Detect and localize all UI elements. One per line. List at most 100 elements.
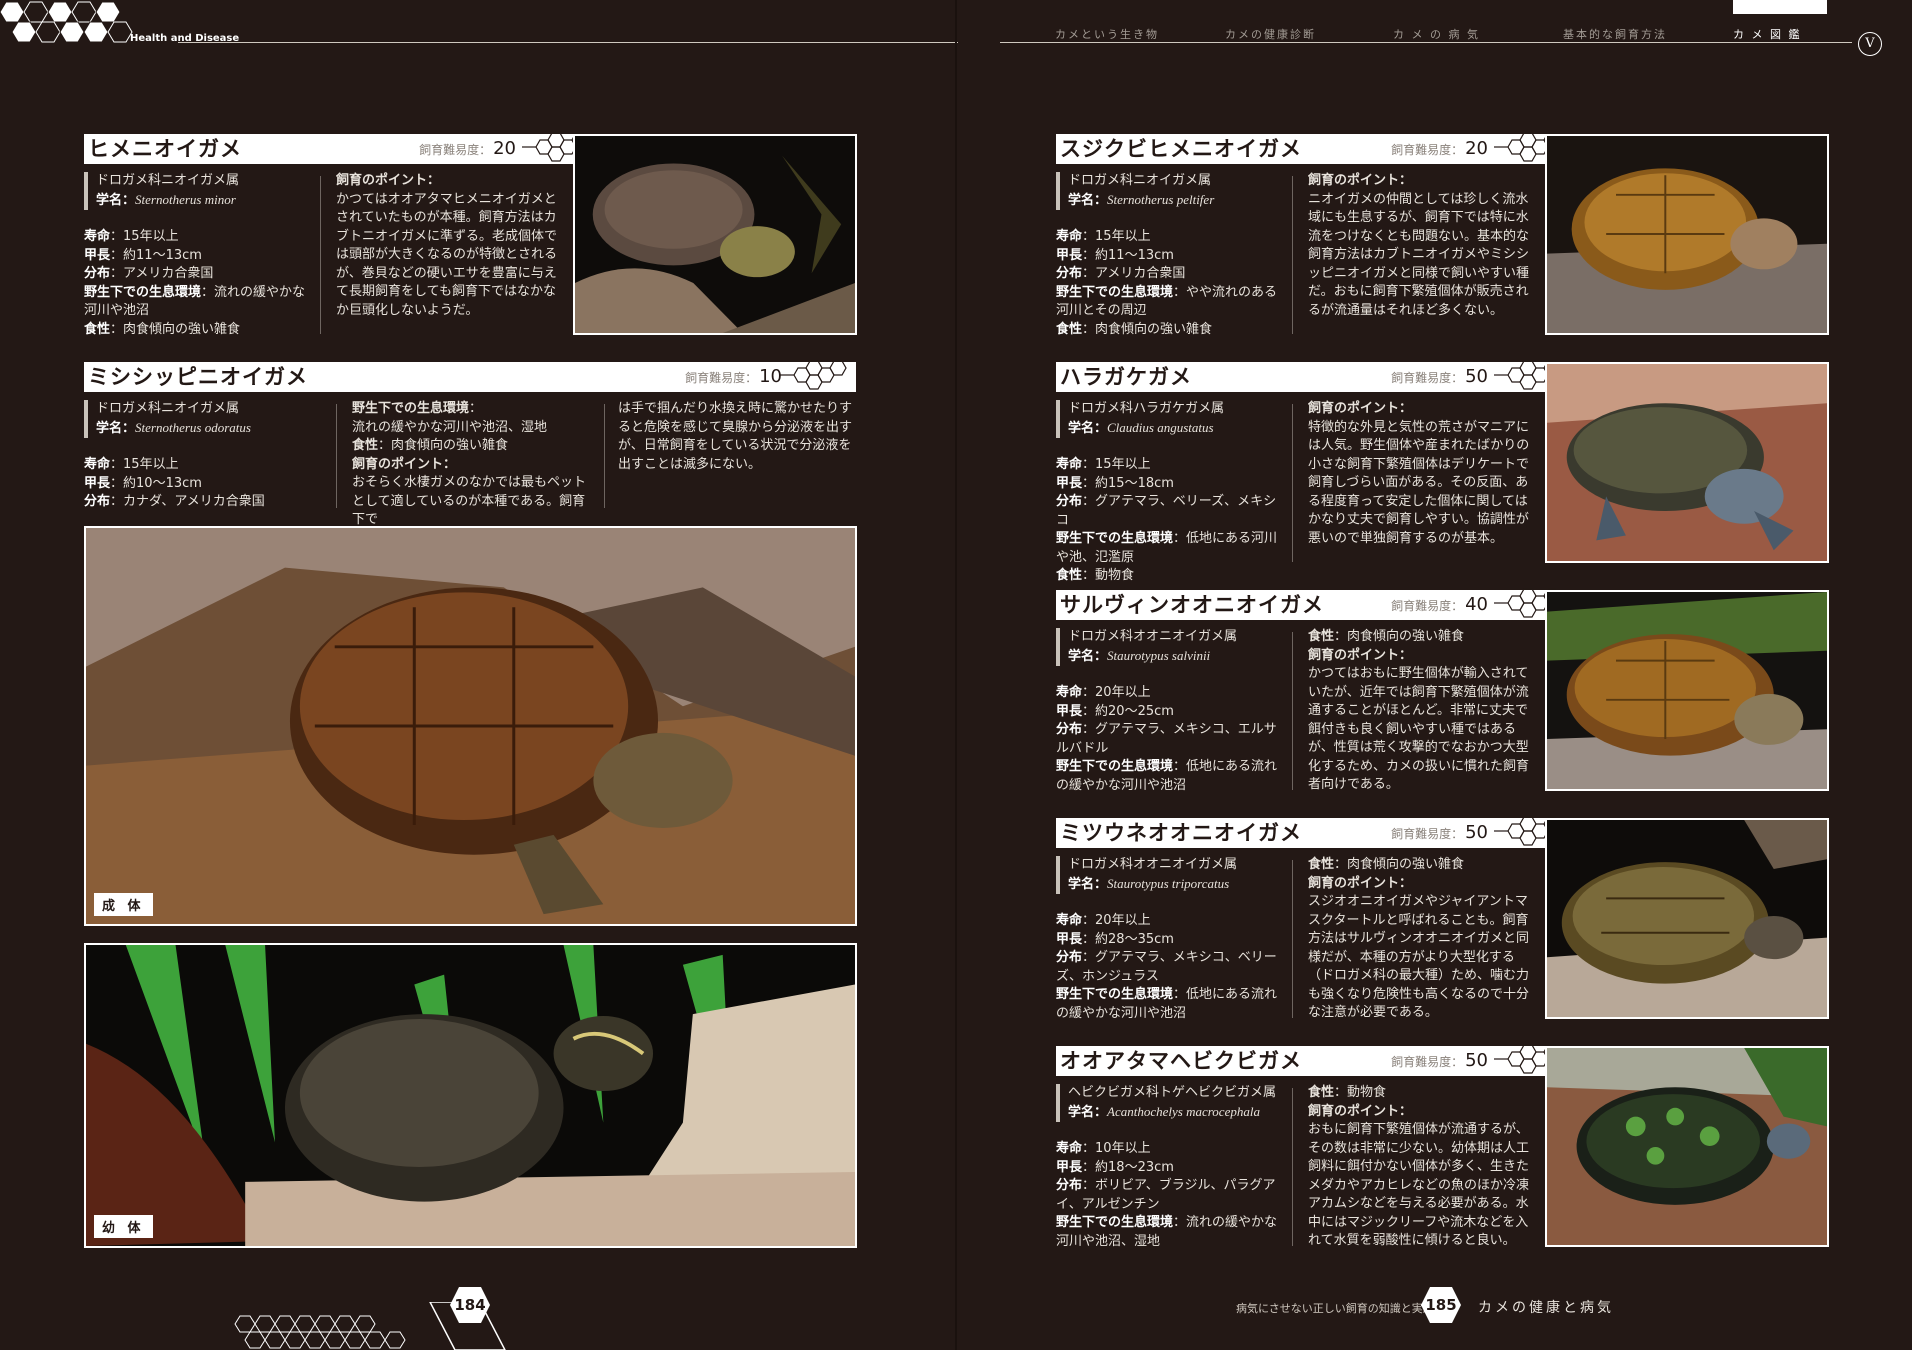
turtle-photo bbox=[1545, 1046, 1829, 1247]
species-name: ヒメニオイガメ bbox=[88, 136, 242, 161]
care-point: 食性：肉食傾向の強い雑食 飼育のポイント： かつてはおもに野生個体が輸入されていた… bbox=[1308, 629, 1530, 792]
column-divider bbox=[1292, 176, 1293, 334]
species-info: ドロガメ科ニオイガメ属 学名：Sternotherus peltifer 寿命：1… bbox=[1056, 172, 1282, 339]
book-title: 病気にさせない正しい飼育の知識と実践 bbox=[1236, 1302, 1434, 1315]
difficulty-rating: 飼育難易度： 50 bbox=[1391, 1050, 1488, 1071]
family-name: ドロガメ科ニオイガメ属 bbox=[96, 401, 240, 416]
species-title-bar: ハラガケガメ 飼育難易度： 50 bbox=[1056, 360, 1561, 392]
species-title-bar: スジクビヒメニオイガメ 飼育難易度： 20 bbox=[1056, 132, 1561, 164]
scientific-name: Staurotypus triporcatus bbox=[1107, 875, 1230, 891]
care-point: 飼育のポイント： ニオイガメの仲間としては珍しく流水域にも生息するが、飼育下では特… bbox=[1308, 173, 1530, 318]
distribution: グアテマラ、メキシコ、ベリーズ、ホンジュラス bbox=[1056, 950, 1277, 984]
family-name: ドロガメ科ハラガケガメ属 bbox=[1068, 401, 1225, 416]
difficulty-rating: 飼育難易度： 50 bbox=[1391, 822, 1488, 843]
shell-length: 約18～23cm bbox=[1095, 1159, 1174, 1175]
photo-tag-adult: 成 体 bbox=[94, 893, 153, 916]
column-divider bbox=[1292, 1088, 1293, 1246]
care-point: 食性：動物食 飼育のポイント： おもに飼育下繁殖個体が流通するが、その数は非常に少… bbox=[1308, 1085, 1530, 1248]
scientific-name: Acanthochelys macrocephala bbox=[1107, 1103, 1260, 1119]
difficulty-rating: 飼育難易度： 10 bbox=[685, 366, 782, 387]
family-name: ドロガメ科ニオイガメ属 bbox=[96, 173, 240, 188]
distribution: グアテマラ、メキシコ、エルサルバドル bbox=[1056, 722, 1277, 756]
distribution: ボリビア、ブラジル、パラグアイ、アルゼンチン bbox=[1056, 1178, 1276, 1212]
species-title-bar: サルヴィンオオニオイガメ 飼育難易度： 40 bbox=[1056, 588, 1561, 620]
page-number-right: 185 bbox=[1425, 1296, 1457, 1314]
column-divider bbox=[1292, 860, 1293, 1018]
shell-length: 約11～13cm bbox=[1095, 247, 1174, 263]
nav-item-encyclopedia[interactable]: カ メ 図 鑑 bbox=[1733, 26, 1802, 42]
scientific-name: Staurotypus salvinii bbox=[1107, 647, 1211, 663]
scientific-name: Sternotherus minor bbox=[135, 191, 236, 207]
nav-active-tab-marker bbox=[1733, 0, 1827, 14]
species-info: ドロガメ科オオニオイガメ属 学名：Staurotypus salvinii 寿命：… bbox=[1056, 628, 1282, 795]
care-point-continued: は手で掴んだり水換え時に驚かせたりすると危険を感じて臭腺から分泌液を出すが、日常… bbox=[618, 401, 853, 472]
page-spine bbox=[955, 0, 957, 1350]
species-info-continued: 野生下での生息環境： 流れの緩やかな河川や池沼、湿地 食性：肉食傾向の強い雑食 飼… bbox=[352, 401, 587, 527]
page-number-left: 184 bbox=[454, 1296, 486, 1314]
distribution: グアテマラ、ベリーズ、メキシコ bbox=[1056, 494, 1277, 528]
lifespan: 15年以上 bbox=[123, 229, 179, 244]
lifespan: 10年以上 bbox=[1095, 1141, 1151, 1156]
distribution: アメリカ合衆国 bbox=[1095, 266, 1186, 281]
header-rule-right bbox=[1000, 42, 1852, 43]
diet: 肉食傾向の強い雑食 bbox=[1347, 629, 1465, 644]
species-name: スジクビヒメニオイガメ bbox=[1060, 136, 1302, 161]
section-title: カメの健康と病気 bbox=[1478, 1300, 1614, 1316]
scientific-name: Claudius angustatus bbox=[1107, 419, 1214, 435]
distribution: カナダ、アメリカ合衆国 bbox=[123, 494, 265, 509]
diet: 肉食傾向の強い雑食 bbox=[1347, 857, 1465, 872]
shell-length: 約15～18cm bbox=[1095, 475, 1174, 491]
hexagon-ornament-icon bbox=[780, 360, 847, 390]
species-name: サルヴィンオオニオイガメ bbox=[1060, 592, 1324, 617]
diet: 動物食 bbox=[1095, 568, 1135, 583]
turtle-photo bbox=[1545, 590, 1829, 791]
family-name: ドロガメ科オオニオイガメ属 bbox=[1068, 629, 1238, 644]
nav-item-about[interactable]: カメという生き物 bbox=[1055, 26, 1159, 42]
turtle-photo bbox=[573, 134, 857, 335]
column-divider bbox=[320, 176, 321, 334]
species-name: ハラガケガメ bbox=[1060, 364, 1192, 389]
species-info: ドロガメ科ニオイガメ属 学名：Sternotherus odoratus 寿命：1… bbox=[84, 400, 324, 512]
nav-item-disease[interactable]: カ メ の 病 気 bbox=[1393, 26, 1480, 42]
column-divider bbox=[336, 404, 337, 508]
hexagon-logo-icon bbox=[0, 1, 133, 43]
lifespan: 20年以上 bbox=[1095, 913, 1151, 928]
family-name: ヘビクビガメ科トゲヘビクビガメ属 bbox=[1068, 1085, 1277, 1100]
species-info: ドロガメ科ニオイガメ属 学名：Sternotherus minor 寿命：15年以… bbox=[84, 172, 310, 339]
lifespan: 15年以上 bbox=[1095, 229, 1151, 244]
lifespan: 20年以上 bbox=[1095, 685, 1151, 700]
lifespan: 15年以上 bbox=[123, 457, 179, 472]
column-divider bbox=[1292, 632, 1293, 790]
care-point: 飼育のポイント： かつてはオオアタマヒメニオイガメとされていたものが本種。飼育方法… bbox=[336, 173, 558, 318]
shell-length: 約10～13cm bbox=[123, 475, 202, 491]
species-title-bar: ヒメニオイガメ 飼育難易度： 20 bbox=[84, 132, 589, 164]
difficulty-rating: 飼育難易度： 40 bbox=[1391, 594, 1488, 615]
column-divider bbox=[604, 404, 605, 508]
family-name: ドロガメ科オオニオイガメ属 bbox=[1068, 857, 1238, 872]
species-title-bar: オオアタマヘビクビガメ 飼育難易度： 50 bbox=[1056, 1044, 1561, 1076]
shell-length: 約11～13cm bbox=[123, 247, 202, 263]
column-divider bbox=[1292, 404, 1293, 562]
photo-tag-juvenile: 幼 体 bbox=[94, 1215, 153, 1238]
family-name: ドロガメ科ニオイガメ属 bbox=[1068, 173, 1212, 188]
species-name: ミツウネオオニオイガメ bbox=[1060, 820, 1302, 845]
care-point: 飼育のポイント： 特徴的な外見と気性の荒さがマニアには人気。野生個体や産まれたばか… bbox=[1308, 401, 1530, 546]
habitat: 流れの緩やかな河川や池沼、湿地 bbox=[352, 419, 548, 435]
turtle-photo bbox=[1545, 134, 1829, 335]
care-point: おそらく水棲ガメのなかでは最もペットとして適しているのが本種である。飼育下で bbox=[352, 475, 587, 527]
species-info: ドロガメ科ハラガケガメ属 学名：Claudius angustatus 寿命：15… bbox=[1056, 400, 1282, 586]
scientific-name: Sternotherus peltifer bbox=[1107, 191, 1215, 207]
difficulty-rating: 飼育難易度： 20 bbox=[1391, 138, 1488, 159]
species-info: ヘビクビガメ科トゲヘビクビガメ属 学名：Acanthochelys macroce… bbox=[1056, 1084, 1282, 1251]
diet: 動物食 bbox=[1347, 1085, 1387, 1100]
difficulty-rating: 飼育難易度： 50 bbox=[1391, 366, 1488, 387]
shell-length: 約28～35cm bbox=[1095, 931, 1174, 947]
diet: 肉食傾向の強い雑食 bbox=[391, 438, 509, 453]
footer-hexagon-ornament-icon bbox=[234, 1302, 506, 1350]
difficulty-rating: 飼育難易度： 20 bbox=[419, 138, 516, 159]
species-info: ドロガメ科オオニオイガメ属 学名：Staurotypus triporcatus … bbox=[1056, 856, 1282, 1023]
juvenile-turtle-photo: 幼 体 bbox=[84, 943, 857, 1248]
nav-item-care[interactable]: 基本的な飼育方法 bbox=[1563, 26, 1667, 42]
adult-turtle-photo: 成 体 bbox=[84, 526, 857, 926]
nav-item-checkup[interactable]: カメの健康診断 bbox=[1225, 26, 1316, 42]
